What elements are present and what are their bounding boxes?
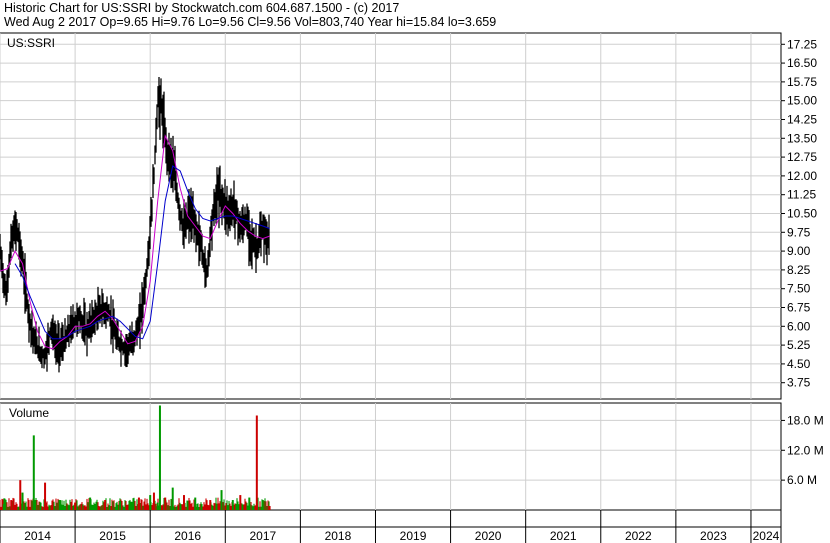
stock-chart: 17.25 16.50 15.75 15.00 14.25 13.50 12.75 12.00…: [0, 32, 824, 543]
price-tick-label: 17.25: [787, 37, 817, 51]
price-tick-label: 9.75: [787, 225, 811, 239]
price-tick-label: 7.50: [787, 282, 811, 296]
volume-tick-label: 18.0 M: [787, 413, 824, 427]
price-axis-ticks: 17.25 16.50 15.75 15.00 14.25 13.50 12.75 12.00…: [781, 37, 817, 390]
price-tick-label: 3.75: [787, 376, 811, 390]
year-tick-label: 2018: [325, 529, 352, 543]
price-tick-label: 9.00: [787, 244, 811, 258]
year-tick-label: 2021: [550, 529, 577, 543]
price-tick-label: 8.25: [787, 263, 811, 277]
price-tick-label: 12.75: [787, 150, 817, 164]
price-tick-label: 15.75: [787, 75, 817, 89]
volume-tick-label: 12.0 M: [787, 443, 824, 457]
year-tick-label: 2016: [174, 529, 201, 543]
volume-panel-label: Volume: [9, 406, 49, 420]
volume-panel: [0, 402, 782, 511]
year-tick-label: 2020: [475, 529, 502, 543]
volume-tick-label: 6.0 M: [787, 473, 817, 487]
price-tick-label: 11.25: [787, 188, 816, 202]
year-tick-label: 2023: [700, 529, 727, 543]
price-tick-label: 4.50: [787, 357, 811, 371]
price-tick-label: 15.00: [787, 94, 817, 108]
year-tick-label: 2014: [24, 529, 51, 543]
price-tick-label: 12.00: [787, 169, 817, 183]
year-tick-label: 2022: [625, 529, 652, 543]
year-tick-label: 2019: [400, 529, 427, 543]
year-tick-label: 2017: [249, 529, 276, 543]
price-tick-label: 6.00: [787, 319, 811, 333]
price-tick-label: 16.50: [787, 56, 817, 70]
year-tick-label: 2015: [99, 529, 126, 543]
price-tick-label: 14.25: [787, 112, 817, 126]
price-panel-label: US:SSRI: [7, 36, 55, 50]
price-tick-label: 10.50: [787, 206, 817, 220]
year-tick-label: 2024: [753, 529, 780, 543]
price-tick-label: 5.25: [787, 338, 811, 352]
price-tick-label: 6.75: [787, 301, 811, 315]
price-tick-label: 13.50: [787, 131, 817, 145]
volume-axis-ticks: 18.0 M 12.0 M 6.0 M: [781, 413, 824, 487]
